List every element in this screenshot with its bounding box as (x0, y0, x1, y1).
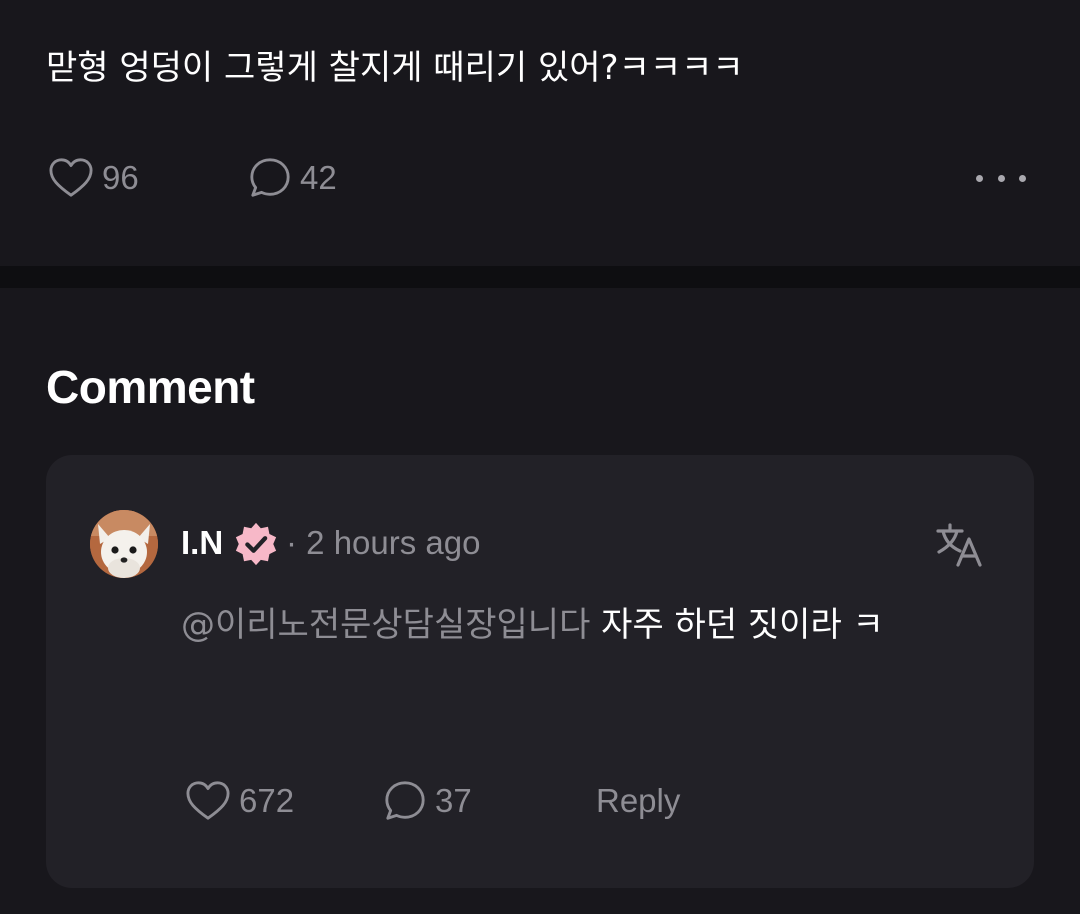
heart-icon (186, 781, 230, 820)
post-text: 맏형 엉덩이 그렇게 찰지게 때리기 있어?ㅋㅋㅋㅋ (46, 48, 744, 88)
post-like-count: 96 (102, 159, 139, 196)
meta-separator: · (286, 524, 297, 561)
comments-title: Comment (46, 361, 255, 413)
comment-card: I.N · 2 hours ago @이리노전문상담실장입니다 자주 하던 짓이… (46, 455, 1034, 888)
reply-button[interactable]: Reply (596, 779, 680, 823)
comment-reply-count-button[interactable]: 37 (383, 779, 472, 823)
comment-like-count: 672 (239, 782, 295, 819)
comment-like-button[interactable]: 672 (185, 779, 294, 823)
avatar-image (90, 510, 158, 578)
comment-reply-count: 37 (435, 782, 472, 819)
comment-body: @이리노전문상담실장입니다 자주 하던 짓이라 ㅋ (181, 597, 981, 654)
comment-meta: · 2 hours ago (286, 524, 480, 562)
post: 맏형 엉덩이 그렇게 찰지게 때리기 있어?ㅋㅋㅋㅋ 96 42 (0, 0, 1080, 266)
post-like-button[interactable]: 96 (48, 156, 139, 200)
post-comment-button[interactable]: 42 (248, 156, 337, 200)
heart-icon (49, 158, 93, 197)
section-divider (0, 266, 1080, 288)
comment-username[interactable]: I.N (181, 524, 223, 562)
post-comment-count: 42 (300, 159, 337, 196)
comment-time: 2 hours ago (306, 524, 481, 561)
comment-mention[interactable]: @이리노전문상담실장입니다 (181, 605, 590, 645)
speech-bubble-icon (250, 158, 290, 197)
translate-icon[interactable] (934, 519, 986, 571)
comment-text: 자주 하던 짓이라 ㅋ (590, 605, 884, 645)
verified-badge-icon (235, 522, 277, 566)
comments-section: Comment I.N · 2 hours ago @이리노전문상담실장입니다 … (0, 288, 1080, 914)
avatar[interactable] (90, 510, 158, 578)
speech-bubble-icon (385, 781, 425, 820)
more-options-button[interactable] (976, 168, 1026, 188)
more-dots-icon (976, 174, 983, 182)
